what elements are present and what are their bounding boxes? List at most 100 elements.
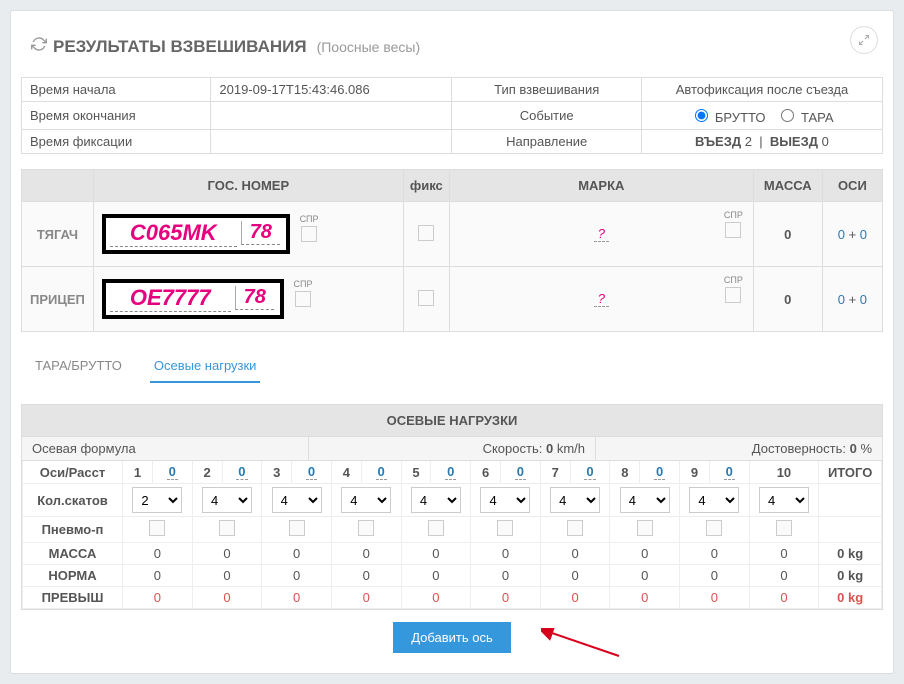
pneumo-checkbox[interactable] [219,520,235,536]
axle-dist[interactable]: 0 [654,464,665,480]
dir-out-value: 0 [822,134,829,149]
pneumo-checkbox[interactable] [706,520,722,536]
skat-select[interactable]: 2 [132,487,182,513]
skat-select[interactable]: 4 [272,487,322,513]
button-row: Добавить ось [21,610,883,653]
spr-checkbox[interactable] [725,222,741,238]
axle-row-label: Оси/Расст [23,461,123,484]
expand-button[interactable] [850,26,878,54]
pneumo-checkbox[interactable] [497,520,513,536]
reliability-unit: % [860,441,872,456]
over-val: 0 [262,587,332,609]
skat-select[interactable]: 4 [620,487,670,513]
brand-value[interactable]: ? [594,291,609,307]
skat-select[interactable]: 4 [411,487,461,513]
pneumo-checkbox[interactable] [428,520,444,536]
axle-dist[interactable]: 0 [306,464,317,480]
spr-label: СПР [293,279,312,289]
mass-val: 0 [331,543,401,565]
plate-region: 78 [241,221,280,245]
speed-value: 0 [546,441,553,456]
norm-val: 0 [540,565,610,587]
axle-a[interactable]: 0 [838,227,845,242]
axle-dist[interactable]: 0 [445,464,456,480]
over-val: 0 [749,587,819,609]
annotation-arrow-icon [541,628,621,658]
dir-in-value: 2 [745,134,752,149]
axle-dist[interactable]: 0 [236,464,247,480]
pneumo-checkbox[interactable] [289,520,305,536]
mass-cell: 0 [753,202,822,267]
value-end-time [211,102,452,130]
label-weigh-type: Тип взвешивания [452,78,641,102]
norm-val: 0 [331,565,401,587]
plate-input-trailer[interactable]: OE7777 78 [102,279,284,319]
radio-brutto-input[interactable] [695,109,708,122]
axle-num: 2 [192,461,222,484]
axle-b[interactable]: 0 [860,292,867,307]
axle-a[interactable]: 0 [838,292,845,307]
spr-plate-truck[interactable]: СПР [300,214,319,242]
radio-brutto-label: БРУТТО [715,110,766,125]
label-fix-time: Время фиксации [22,130,211,154]
pneumo-checkbox[interactable] [149,520,165,536]
axle-dist[interactable]: 0 [376,464,387,480]
mass-val: 0 [610,543,680,565]
over-val: 0 [680,587,750,609]
spr-checkbox[interactable] [295,291,311,307]
plate-cell: OE7777 78 СПР [93,267,403,332]
value-start-time: 2019-09-17T15:43:46.086 [211,78,452,102]
total-label: ИТОГО [819,461,882,484]
axle-b[interactable]: 0 [860,227,867,242]
axle-loads-panel: ОСЕВЫЕ НАГРУЗКИ Осевая формула Скорость:… [21,404,883,610]
col-mass: МАССА [753,170,822,202]
dir-in-label: ВЪЕЗД [695,134,741,149]
norm-row-label: НОРМА [23,565,123,587]
speed-unit: km/h [557,441,585,456]
spr-checkbox[interactable] [725,287,741,303]
plate-main: OE7777 [110,285,231,312]
spr-checkbox[interactable] [301,226,317,242]
radio-tara[interactable]: ТАРА [776,110,833,125]
plate-input-truck[interactable]: C065MK 78 [102,214,290,254]
over-val: 0 [471,587,541,609]
tab-axle-loads[interactable]: Осевые нагрузки [150,350,261,383]
skat-select[interactable]: 4 [550,487,600,513]
value-event-radio: БРУТТО ТАРА [641,102,882,130]
axle-dist[interactable]: 0 [515,464,526,480]
axle-dist[interactable]: 0 [724,464,735,480]
axle-num: 3 [262,461,292,484]
skat-select[interactable]: 4 [689,487,739,513]
skat-select[interactable]: 4 [202,487,252,513]
radio-brutto[interactable]: БРУТТО [690,110,765,125]
vehicle-table: ГОС. НОМЕР фикс МАРКА МАССА ОСИ ТЯГАЧ C0… [21,169,883,332]
panel-title-text: РЕЗУЛЬТАТЫ ВЗВЕШИВАНИЯ [53,37,307,57]
norm-val: 0 [471,565,541,587]
skat-select[interactable]: 4 [480,487,530,513]
add-axle-button[interactable]: Добавить ось [393,622,511,653]
radio-tara-input[interactable] [781,109,794,122]
pneumo-checkbox[interactable] [567,520,583,536]
spr-brand-trailer[interactable]: СПР [724,275,743,303]
axle-dist[interactable]: 0 [167,464,178,480]
col-brand: МАРКА [449,170,753,202]
pneumo-checkbox[interactable] [358,520,374,536]
spr-plate-trailer[interactable]: СПР [293,279,312,307]
fix-checkbox-trailer[interactable] [418,290,434,306]
skat-select[interactable]: 4 [759,487,809,513]
axle-dist[interactable]: 0 [584,464,595,480]
weighing-results-panel: РЕЗУЛЬТАТЫ ВЗВЕШИВАНИЯ (Поосные весы) Вр… [10,10,894,674]
speed-cell: Скорость: 0 km/h [308,437,595,460]
skat-select[interactable]: 4 [341,487,391,513]
fix-checkbox-truck[interactable] [418,225,434,241]
tab-tara-brutto[interactable]: ТАРА/БРУТТО [31,350,126,383]
axle-num: 6 [471,461,501,484]
col-axles: ОСИ [822,170,882,202]
pneumo-checkbox[interactable] [637,520,653,536]
total-norm: 0 kg [819,565,882,587]
spr-brand-truck[interactable]: СПР [724,210,743,238]
norm-val: 0 [749,565,819,587]
label-direction: Направление [452,130,641,154]
brand-value[interactable]: ? [594,226,609,242]
pneumo-checkbox[interactable] [776,520,792,536]
